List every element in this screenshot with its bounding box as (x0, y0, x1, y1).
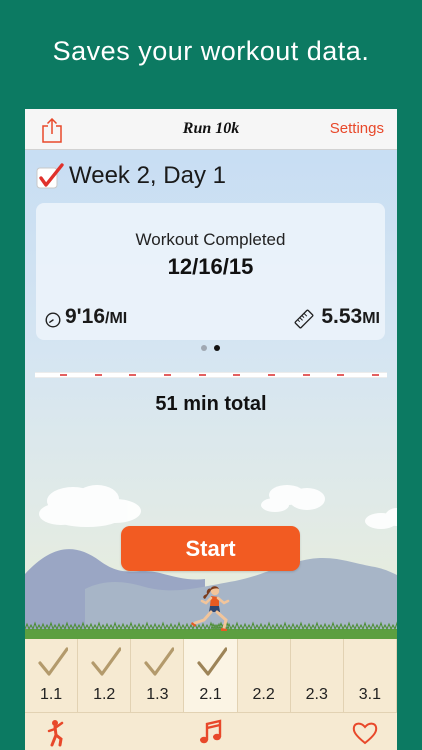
day-cell[interactable]: 1.1 (25, 639, 79, 712)
day-cell[interactable]: 1.3 (131, 639, 185, 712)
day-selector: 1.1 1.2 1.3 2.1 2.2 2.3 3.1 (25, 639, 397, 712)
checkmark-icon (91, 647, 122, 676)
progress-segment-marker (233, 374, 241, 376)
pace-readout: 9'16/MI (65, 305, 127, 329)
workout-status: Workout Completed (135, 230, 286, 249)
stopwatch-icon (45, 312, 61, 328)
checkmark-icon (144, 647, 175, 676)
progress-segment-marker (372, 374, 379, 376)
day-cell[interactable]: 2.1 (184, 639, 238, 712)
progress-segment-marker (129, 374, 137, 376)
distance-unit: MI (362, 310, 380, 327)
start-button[interactable]: Start (121, 526, 300, 571)
distance-readout: 5.53MI (321, 305, 380, 329)
progress-segment-marker (302, 374, 310, 376)
pace-unit: /MI (105, 310, 128, 327)
ruler-icon (294, 309, 314, 329)
progress-segment-marker (198, 374, 206, 376)
day-label: 3.1 (358, 686, 382, 703)
pace-value: 9'16 (65, 305, 106, 328)
heart-icon[interactable] (351, 719, 379, 747)
completed-checkbox-icon[interactable] (36, 163, 64, 191)
stretch-icon[interactable] (43, 719, 71, 747)
app-screen: Run 10k Settings Week 2, Day 1 Workout C… (25, 109, 397, 750)
nav-bar: Run 10k Settings (25, 109, 397, 150)
workout-date: 12/16/15 (167, 254, 254, 279)
progress-segment-marker (337, 374, 345, 376)
bottom-toolbar (25, 712, 397, 750)
workout-summary-card[interactable]: Workout Completed 12/16/15 9'16/MI 5.53M… (36, 203, 385, 340)
day-cell[interactable]: 2.3 (291, 639, 344, 712)
checkmark-icon (38, 647, 68, 676)
settings-button[interactable]: Settings (330, 120, 384, 137)
page-dot-active[interactable] (214, 345, 220, 351)
day-cell[interactable]: 3.1 (344, 639, 397, 712)
music-icon[interactable] (197, 719, 225, 747)
day-cell[interactable]: 2.2 (238, 639, 291, 712)
progress-segment-marker (94, 374, 102, 376)
day-cell[interactable]: 1.2 (78, 639, 132, 712)
workout-progress-bar (35, 372, 387, 378)
day-label: 1.1 (39, 686, 63, 703)
day-label: 2.2 (252, 686, 275, 703)
progress-segment-marker (164, 374, 171, 376)
day-label: 2.3 (305, 686, 328, 703)
page-dot[interactable] (201, 345, 207, 351)
distance-value: 5.53 (321, 305, 363, 328)
progress-segment-marker (268, 374, 275, 376)
runner-illustration (191, 586, 230, 631)
day-label: 2.1 (199, 686, 222, 703)
total-duration: 51 min total (155, 393, 267, 415)
progress-segment-marker (60, 374, 67, 376)
promo-headline: Saves your workout data. (52, 36, 370, 66)
week-day-label: Week 2, Day 1 (69, 162, 226, 189)
checkmark-icon (197, 647, 228, 676)
day-label: 1.3 (146, 686, 169, 703)
day-label: 1.2 (93, 686, 116, 703)
